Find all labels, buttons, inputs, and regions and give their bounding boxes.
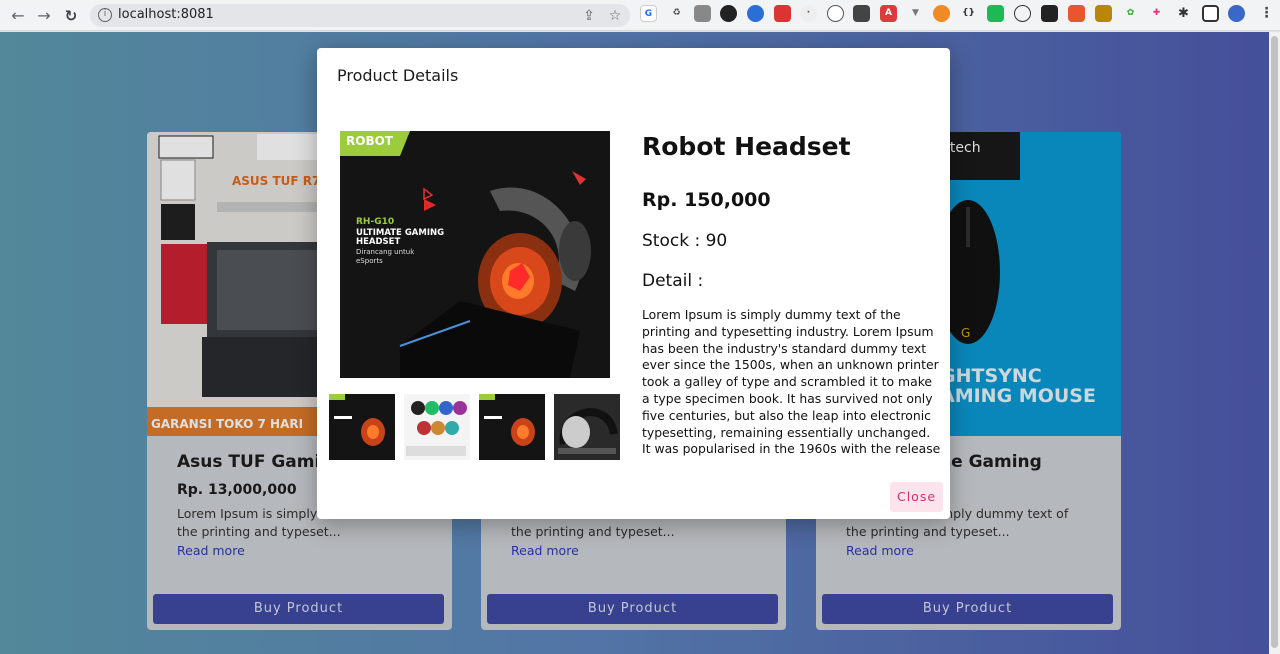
extension-icon[interactable] — [747, 5, 764, 22]
extension-icon[interactable] — [774, 5, 791, 22]
product-thumbnail[interactable] — [554, 394, 620, 460]
share-icon[interactable]: ⇪ — [580, 7, 598, 25]
product-stock: Stock : 90 — [642, 231, 728, 251]
clock-icon[interactable] — [1014, 5, 1031, 22]
extension-icon[interactable]: ✚ — [1148, 5, 1165, 22]
product-description[interactable]: Lorem Ipsum is simply dummy text of the … — [642, 307, 942, 457]
svg-text:eSports: eSports — [356, 257, 383, 265]
extension-icon[interactable] — [1068, 5, 1085, 22]
json-icon[interactable]: {} — [960, 5, 977, 22]
puzzle-icon[interactable]: ✱ — [1175, 5, 1192, 22]
extension-icon[interactable] — [853, 5, 870, 22]
bookmark-star-icon[interactable]: ☆ — [606, 7, 624, 25]
detail-label: Detail : — [642, 271, 704, 291]
forward-icon[interactable]: → — [34, 6, 54, 26]
svg-text:RH-G10: RH-G10 — [356, 217, 394, 227]
modal-title: Product Details — [337, 66, 459, 85]
product-thumbnail[interactable] — [404, 394, 470, 460]
product-price: Rp. 150,000 — [642, 189, 771, 211]
page-scrollbar[interactable] — [1269, 32, 1280, 654]
reload-icon[interactable]: ↻ — [61, 6, 81, 26]
product-details-modal: Product Details ROBOT RH-G10 ULTIMATE GA… — [317, 48, 950, 519]
product-name: Robot Headset — [642, 132, 851, 161]
menu-icon[interactable]: ⋮ — [1258, 5, 1275, 22]
extension-icon[interactable] — [1095, 5, 1112, 22]
extension-icon[interactable]: ✿ — [1122, 5, 1139, 22]
back-icon[interactable]: ← — [8, 6, 28, 26]
close-button[interactable]: Close — [890, 482, 943, 512]
extension-icon[interactable]: ♻ — [668, 5, 685, 22]
extension-icon[interactable]: · — [800, 5, 817, 22]
address-bar[interactable]: i localhost:8081 ⇪ ☆ — [90, 4, 630, 27]
shield-icon[interactable] — [694, 5, 711, 22]
extension-icon[interactable] — [987, 5, 1004, 22]
extension-icon[interactable]: G — [640, 5, 657, 22]
extension-icon[interactable] — [1041, 5, 1058, 22]
browser-toolbar: ← → ↻ i localhost:8081 ⇪ ☆ G ♻ · A ▼ {} … — [0, 0, 1280, 31]
svg-text:ROBOT: ROBOT — [346, 134, 394, 148]
extension-icon[interactable] — [720, 5, 737, 22]
scrollbar-thumb[interactable] — [1271, 36, 1278, 648]
angular-icon[interactable]: A — [880, 5, 897, 22]
side-panel-icon[interactable] — [1202, 5, 1219, 22]
site-info-icon[interactable]: i — [98, 8, 112, 22]
avatar[interactable] — [1228, 5, 1245, 22]
svg-text:Dirancang untuk: Dirancang untuk — [356, 248, 415, 256]
svg-text:HEADSET: HEADSET — [356, 237, 400, 247]
extension-icon[interactable] — [933, 5, 950, 22]
extension-icon[interactable] — [827, 5, 844, 22]
product-main-image[interactable]: ROBOT RH-G10 ULTIMATE GAMING HEADSET Dir… — [340, 131, 610, 378]
product-thumbnail[interactable] — [329, 394, 395, 460]
extension-icon[interactable]: ▼ — [907, 5, 924, 22]
product-thumbnail[interactable] — [479, 394, 545, 460]
url-text: localhost:8081 — [118, 7, 214, 22]
